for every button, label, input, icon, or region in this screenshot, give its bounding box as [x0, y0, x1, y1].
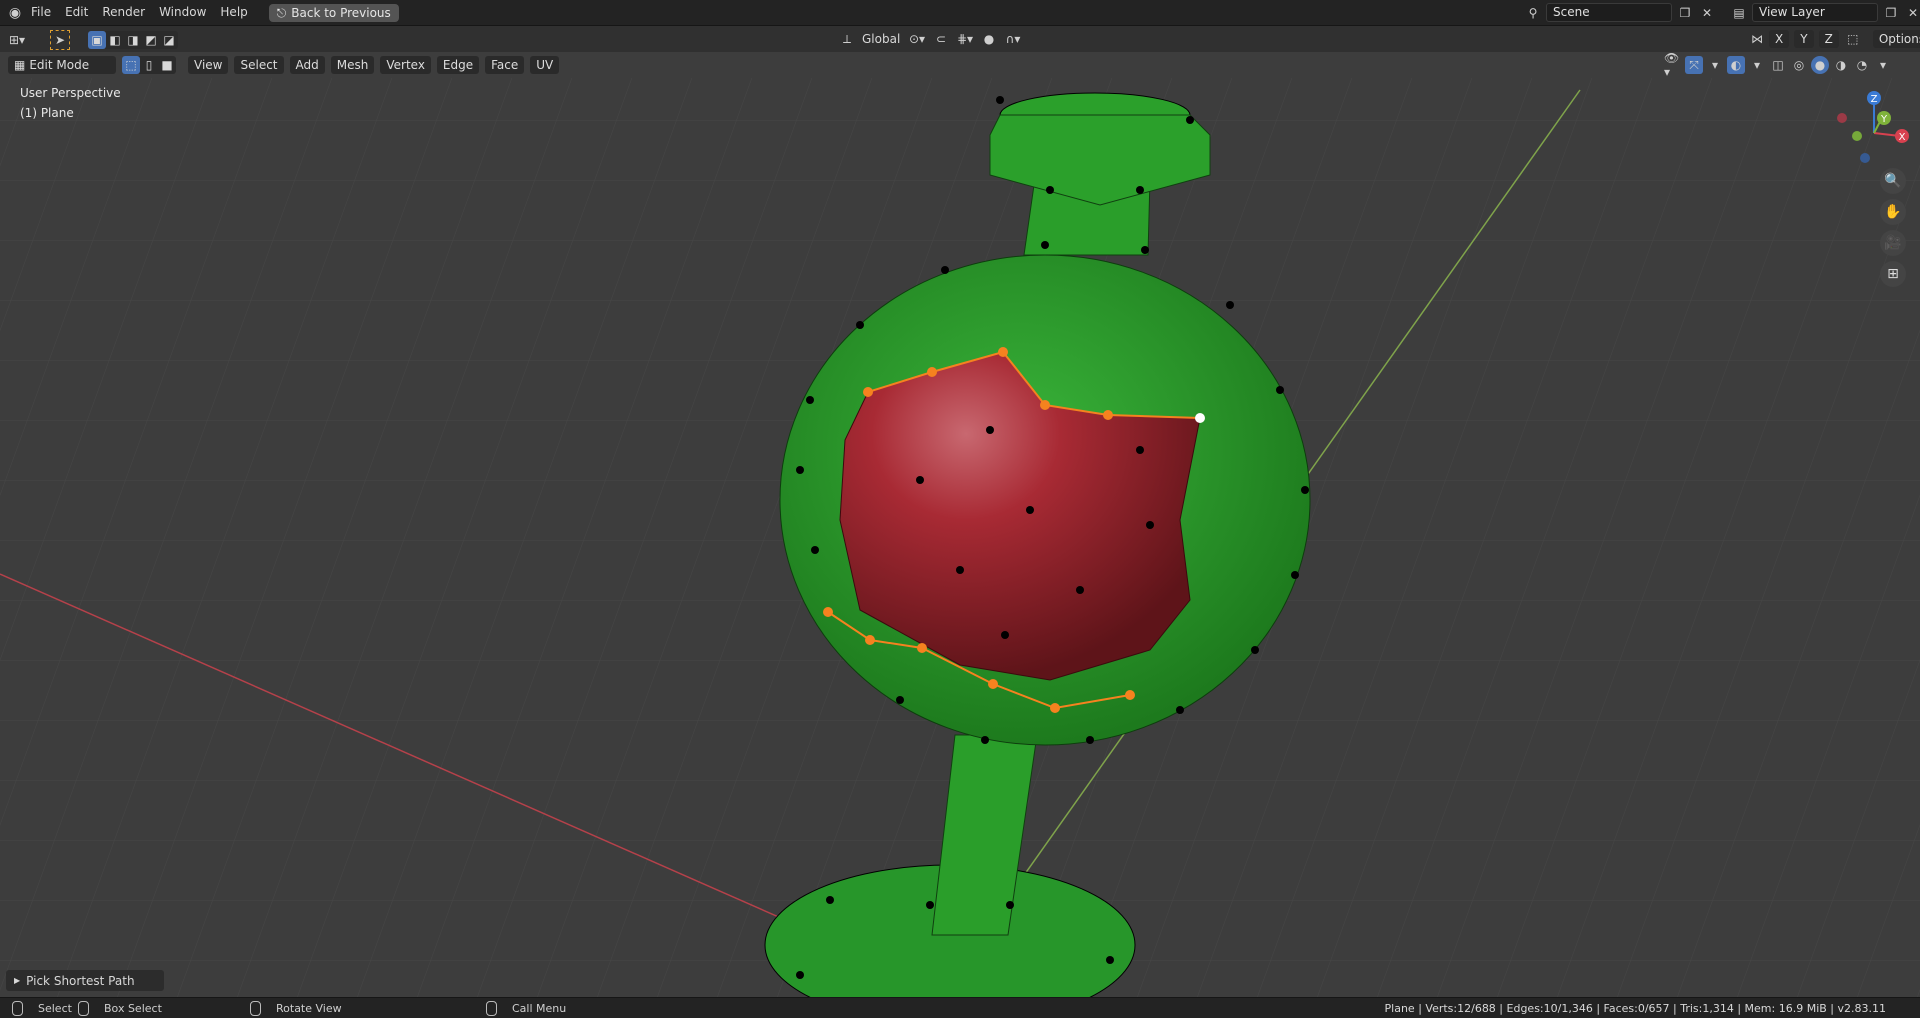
menu-window[interactable]: Window [152, 0, 213, 25]
gizmo-neg-z-handle[interactable] [1860, 153, 1870, 163]
operator-panel[interactable]: ▶ Pick Shortest Path [6, 970, 164, 991]
solid-shading-icon[interactable]: ● [1811, 56, 1829, 74]
pan-hand-icon[interactable]: ✋ [1880, 199, 1906, 225]
edit-mode-icon: ▦ [14, 58, 26, 72]
mirror-icon[interactable]: ⋈ [1748, 30, 1766, 48]
mirror-y-toggle[interactable]: Y [1794, 30, 1814, 48]
mode-dropdown[interactable]: ▦ Edit Mode [8, 56, 116, 74]
mirror-x-toggle[interactable]: X [1769, 30, 1790, 48]
back-icon: ⎋ [276, 5, 287, 20]
edge-select-icon[interactable]: ▯ [140, 56, 158, 74]
gizmo-neg-y-handle[interactable] [1852, 131, 1862, 141]
menu-edit[interactable]: Edit [58, 0, 95, 25]
shading-dropdown-icon[interactable]: ▾ [1874, 56, 1892, 74]
mouse-left-icon [12, 1000, 23, 1016]
close-view-layer-icon[interactable]: ✕ [1904, 4, 1920, 22]
operator-panel-label: Pick Shortest Path [26, 973, 135, 988]
select-intersect-icon[interactable]: ◪ [160, 31, 178, 49]
orientation-icon: ⟂ [842, 31, 851, 46]
status-select: Select [12, 1000, 72, 1016]
pivot-icon[interactable]: ⊙▾ [908, 30, 926, 48]
tweak-tool-icon[interactable]: ➤ [50, 30, 70, 50]
navigation-gizmo[interactable]: Z X Y [1830, 88, 1920, 168]
menu-mesh[interactable]: Mesh [330, 56, 375, 74]
status-call-menu-label: Call Menu [512, 1001, 567, 1015]
collapse-arrow-icon: ▶ [14, 976, 21, 985]
face-select-icon[interactable]: ■ [158, 56, 176, 74]
select-difference-icon[interactable]: ◩ [142, 31, 160, 49]
wireframe-shading-icon[interactable]: ◎ [1790, 56, 1808, 74]
mouse-drag-icon [78, 1000, 89, 1016]
object-name-label: (1) Plane [20, 106, 74, 120]
mode-label: Edit Mode [29, 58, 90, 72]
perspective-label: User Perspective [20, 86, 121, 100]
vertex-select-icon[interactable]: ⬚ [122, 56, 140, 74]
camera-view-icon[interactable]: 🎥 [1880, 230, 1906, 256]
falloff-icon[interactable]: ∩▾ [1004, 30, 1022, 48]
mirror-z-toggle[interactable]: Z [1818, 30, 1839, 48]
close-scene-icon[interactable]: ✕ [1698, 4, 1716, 22]
back-to-previous-label: Back to Previous [291, 5, 391, 20]
ortho-toggle-icon[interactable]: ⊞ [1880, 261, 1906, 287]
back-to-previous-button[interactable]: ⎋ Back to Previous [268, 3, 399, 22]
active-vertex [1195, 413, 1205, 423]
material-shading-icon[interactable]: ◑ [1832, 56, 1850, 74]
scene-statistics: Plane | Verts:12/688 | Edges:10/1,346 | … [1384, 1001, 1886, 1015]
select-mode-buttons: ▣ ◧ ◨ ◩ ◪ [88, 31, 178, 49]
visibility-icon[interactable]: 👁▾ [1664, 51, 1682, 79]
top-bar: ◉ File Edit Render Window Help ⎋ Back to… [0, 0, 1920, 26]
new-view-layer-icon[interactable]: ❐ [1882, 4, 1900, 22]
menu-render[interactable]: Render [95, 0, 152, 25]
select-element-mode: ⬚ ▯ ■ [122, 56, 176, 74]
overlay-toggle-icon[interactable]: ◐ [1727, 56, 1745, 74]
blender-logo-icon[interactable]: ◉ [6, 4, 24, 22]
status-box-select-label: Box Select [104, 1001, 162, 1015]
status-call-menu: Call Menu [486, 1000, 567, 1016]
options-dropdown[interactable]: Options [1872, 30, 1920, 48]
gizmo-dropdown-icon[interactable]: ▾ [1706, 56, 1724, 74]
gizmo-z-label: Z [1871, 94, 1878, 105]
scene-icon[interactable]: ⚲ [1524, 4, 1542, 22]
editor-type-icon[interactable]: ⊞▾ [8, 31, 26, 49]
status-rotate-view: Rotate View [250, 1000, 342, 1016]
status-select-label: Select [38, 1001, 72, 1015]
gizmo-toggle-icon[interactable]: ⤧ [1685, 56, 1703, 74]
snap-icon[interactable]: ⊂ [932, 30, 950, 48]
menu-file[interactable]: File [24, 0, 58, 25]
tool-header: ⊞▾ ➤ ▣ ◧ ◨ ◩ ◪ ⟂ Global ⊙▾ ⊂ ⋕▾ ● ∩▾ ⋈ X… [0, 26, 1920, 52]
mouse-right-icon [486, 1000, 497, 1016]
menu-edge[interactable]: Edge [436, 56, 480, 74]
viewport-canvas[interactable] [0, 78, 1920, 997]
select-new-icon[interactable]: ▣ [88, 31, 106, 49]
gizmo-x-label: X [1899, 132, 1906, 143]
mouse-middle-icon [250, 1000, 261, 1016]
snap-target-icon[interactable]: ⋕▾ [956, 30, 974, 48]
status-box-select: Box Select [78, 1000, 162, 1016]
gizmo-y-label: Y [1880, 114, 1888, 125]
menu-select[interactable]: Select [234, 56, 284, 74]
orientation-dropdown[interactable]: Global [862, 32, 902, 46]
rendered-shading-icon[interactable]: ◔ [1853, 56, 1871, 74]
view-layer-icon[interactable]: ▤ [1730, 4, 1748, 22]
overlay-dropdown-icon[interactable]: ▾ [1748, 56, 1766, 74]
select-subtract-icon[interactable]: ◨ [124, 31, 142, 49]
viewport-header: ▦ Edit Mode ⬚ ▯ ■ View Select Add Mesh V… [0, 51, 1920, 79]
menu-uv[interactable]: UV [530, 56, 560, 74]
gizmo-neg-x-handle[interactable] [1837, 113, 1847, 123]
view-layer-field[interactable]: View Layer [1752, 3, 1878, 22]
scene-field[interactable]: Scene [1546, 3, 1672, 22]
menu-add[interactable]: Add [289, 56, 325, 74]
xray-icon[interactable]: ◫ [1769, 56, 1787, 74]
menu-face[interactable]: Face [485, 56, 525, 74]
status-bar: Select Box Select Rotate View Call Menu … [0, 997, 1920, 1018]
zoom-icon[interactable]: 🔍 [1880, 168, 1906, 194]
proportional-edit-icon[interactable]: ● [980, 30, 998, 48]
menu-view[interactable]: View [188, 56, 229, 74]
auto-merge-icon[interactable]: ⬚ [1844, 30, 1862, 48]
menu-help[interactable]: Help [213, 0, 254, 25]
select-extend-icon[interactable]: ◧ [106, 31, 124, 49]
new-scene-icon[interactable]: ❐ [1676, 4, 1694, 22]
menu-vertex[interactable]: Vertex [380, 56, 431, 74]
status-rotate-view-label: Rotate View [276, 1001, 342, 1015]
